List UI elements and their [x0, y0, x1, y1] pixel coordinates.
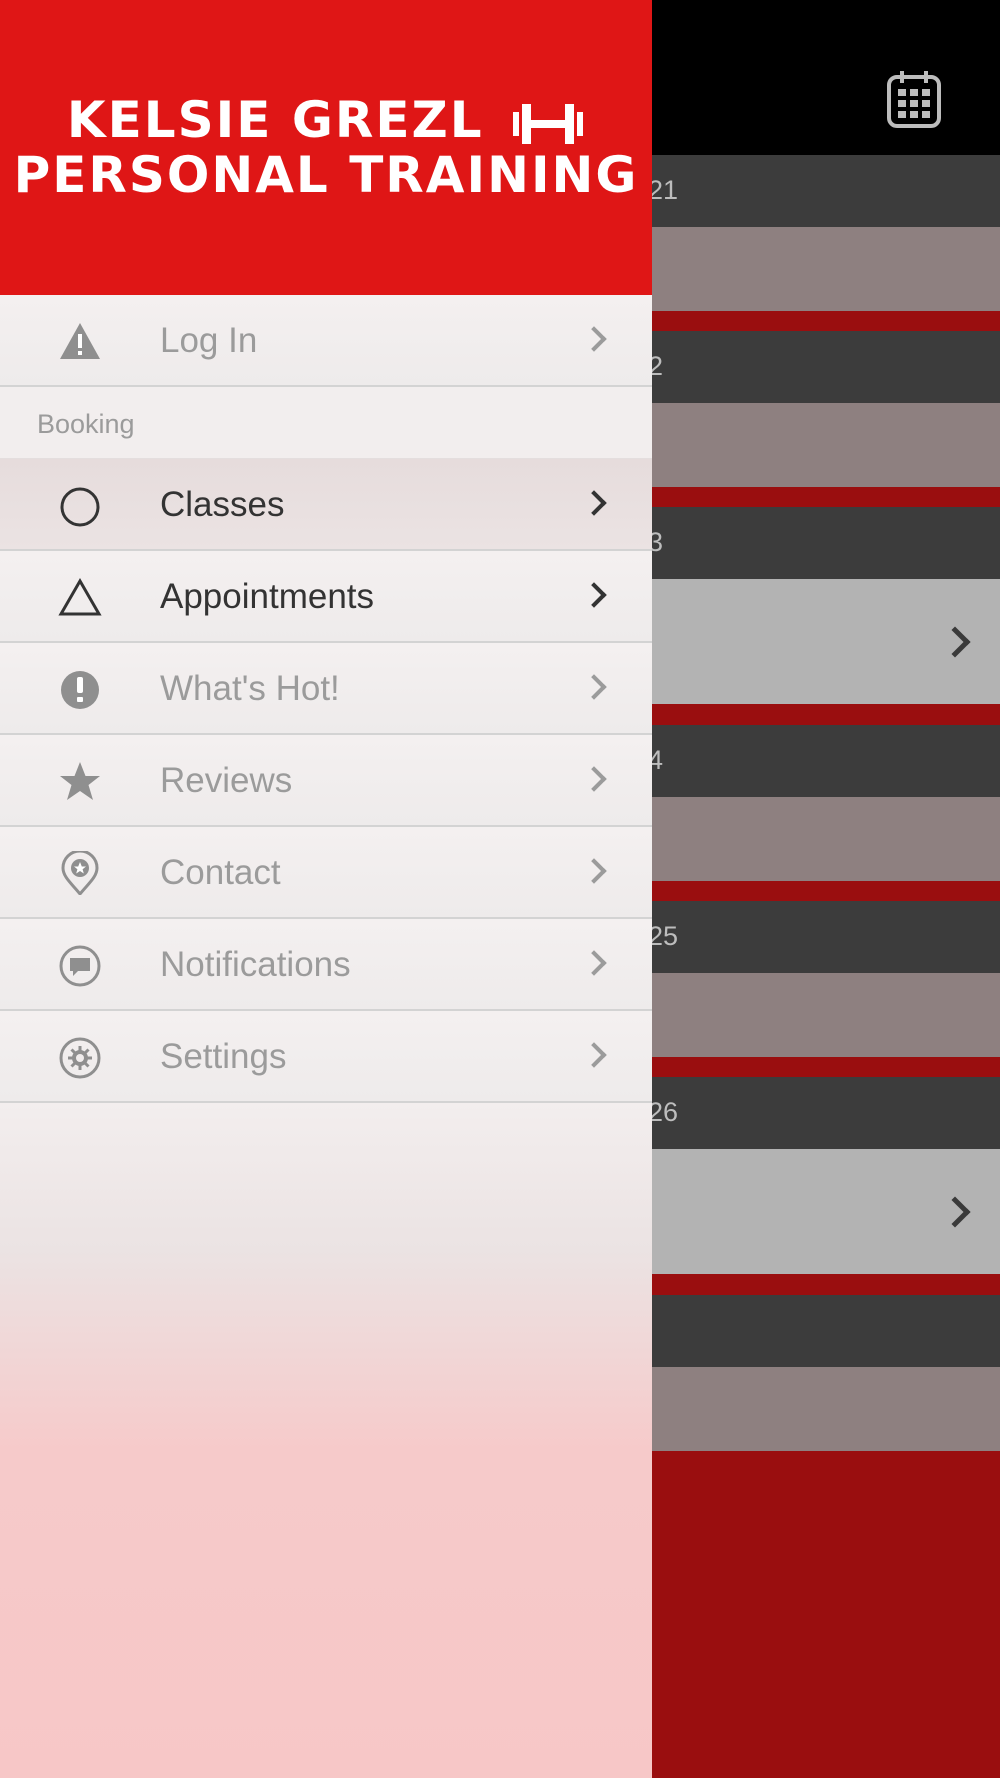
triangle-icon [58, 577, 102, 616]
chevron-right-icon [939, 625, 971, 658]
gear-icon [59, 1037, 101, 1079]
menu-item-whats-hot[interactable]: What's Hot! [0, 643, 652, 735]
circle-icon [60, 487, 100, 527]
menu-item-log-in[interactable]: Log In [0, 295, 652, 387]
dumbbell-icon [513, 103, 584, 144]
chat-bubble-icon [59, 945, 101, 987]
chevron-right-icon [581, 326, 607, 352]
chevron-right-icon [939, 1195, 971, 1228]
exclamation-icon [61, 671, 99, 709]
menu-item-appointments[interactable]: Appointments [0, 551, 652, 643]
drawer-header: KELSIE GREZL PERSONAL TRAINING [0, 0, 652, 295]
location-pin-icon [61, 851, 99, 895]
chevron-right-icon [581, 582, 607, 608]
chevron-right-icon [581, 950, 607, 976]
brand-logo: KELSIE GREZL PERSONAL TRAINING [13, 91, 639, 204]
menu-item-contact[interactable]: Contact [0, 827, 652, 919]
warning-icon [60, 323, 100, 359]
chevron-right-icon [581, 490, 607, 516]
chevron-right-icon [581, 674, 607, 700]
star-icon [60, 762, 100, 800]
chevron-right-icon [581, 858, 607, 884]
menu-item-settings[interactable]: Settings [0, 1011, 652, 1103]
menu-item-classes[interactable]: Classes [0, 459, 652, 551]
side-drawer: KELSIE GREZL PERSONAL TRAINING Log In Bo… [0, 0, 652, 1778]
chevron-right-icon [581, 766, 607, 792]
chevron-right-icon [581, 1042, 607, 1068]
calendar-icon[interactable] [886, 69, 942, 129]
menu-item-reviews[interactable]: Reviews [0, 735, 652, 827]
section-header-booking: Booking [0, 387, 652, 459]
menu-item-notifications[interactable]: Notifications [0, 919, 652, 1011]
